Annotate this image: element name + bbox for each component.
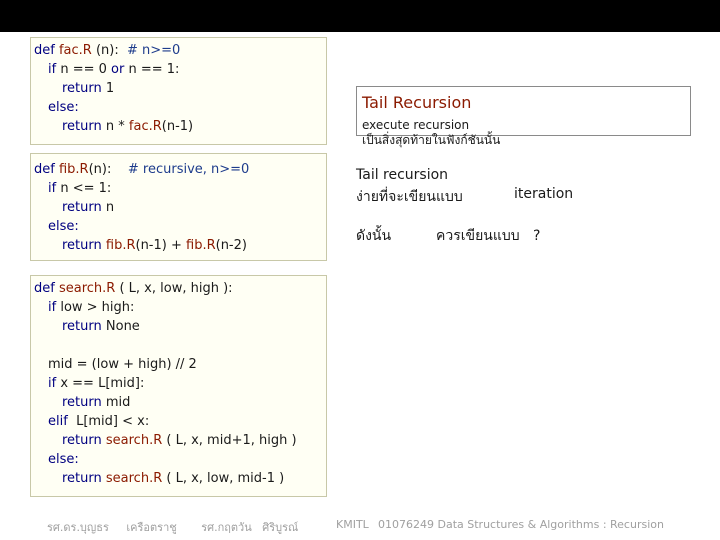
code-line: if n == 0 or n == 1:: [34, 60, 193, 79]
code-token: None: [105, 319, 140, 334]
fib-code: def fib.R(n): # recursive, n>=0 if n <= 1…: [34, 160, 249, 255]
slide-header-bar: [0, 0, 720, 32]
code-line: if low > high:: [34, 298, 297, 317]
code-line: return search.R ( L, x, mid+1, high ): [34, 431, 297, 450]
note-iteration: iteration: [514, 186, 574, 202]
code-line: else:: [34, 98, 193, 117]
tail-recursion-thai-line: เป็นสิ่งสุดท้ายในฟังก์ชันนั้น: [362, 133, 501, 147]
tail-recursion-title: Tail Recursion: [362, 93, 472, 112]
code-token: fac.R: [128, 119, 162, 134]
code-token: ( L, x, low, high ):: [115, 281, 233, 296]
code-token: or: [111, 62, 129, 77]
code-token: search.R: [58, 281, 116, 296]
code-line: if x == L[mid]:: [34, 374, 297, 393]
code-line: def search.R ( L, x, low, high ):: [34, 279, 297, 298]
code-token: n *: [105, 119, 129, 134]
code-token: return: [62, 471, 106, 486]
code-line: else:: [34, 217, 249, 236]
fib-code-box: def fib.R(n): # recursive, n>=0 if n <= 1…: [30, 153, 327, 261]
code-token: search.R: [105, 433, 163, 448]
code-token: n == 1:: [128, 62, 180, 77]
code-token: (n-1): [161, 119, 194, 134]
code-token: # recursive, n>=0: [127, 162, 250, 177]
code-line: def fib.R(n): # recursive, n>=0: [34, 160, 249, 179]
tail-recursion-subtitle: execute recursion: [362, 118, 470, 132]
code-token: (n):: [91, 43, 127, 58]
note-tail-recursion: Tail recursion: [356, 167, 449, 183]
code-token: else:: [48, 100, 79, 115]
code-token: elif: [48, 414, 72, 429]
code-line: return None: [34, 317, 297, 336]
code-line: return fib.R(n-1) + fib.R(n-2): [34, 236, 249, 255]
code-token: fac.R: [58, 43, 92, 58]
code-token: fib.R: [58, 162, 89, 177]
footer-course: 01076249 Data Structures & Algorithms : …: [378, 518, 664, 531]
code-line: else:: [34, 450, 297, 469]
code-token: 1: [105, 81, 115, 96]
code-token: fib.R: [105, 238, 136, 253]
code-token: return: [62, 200, 106, 215]
code-token: else:: [48, 219, 79, 234]
tail-recursion-box: Tail Recursion execute recursion: [356, 86, 691, 136]
code-token: return: [62, 395, 106, 410]
code-token: mid: [105, 395, 131, 410]
code-token: n: [105, 200, 115, 215]
code-token: (n-1) +: [135, 238, 187, 253]
search-code-box: def search.R ( L, x, low, high ): if low …: [30, 275, 327, 497]
code-line: return search.R ( L, x, low, mid-1 ): [34, 469, 297, 488]
code-line: def fac.R (n): # n>=0: [34, 41, 193, 60]
code-token: n <= 1:: [60, 181, 112, 196]
code-token: if: [48, 181, 61, 196]
note-therefore: ดังนั้น: [356, 228, 392, 244]
code-line: if n <= 1:: [34, 179, 249, 198]
code-token: def: [34, 43, 59, 58]
code-token: fib.R: [186, 238, 216, 253]
note-easy-to-write: ง่ายที่จะเขียนแบบ: [356, 189, 463, 205]
code-line: return n * fac.R(n-1): [34, 117, 193, 136]
code-token: return: [62, 319, 106, 334]
code-token: def: [34, 162, 59, 177]
note-should-write: ควรเขียนแบบ ?: [436, 228, 541, 244]
code-token: search.R: [105, 471, 163, 486]
code-token: L[mid] < x:: [71, 414, 150, 429]
code-token: return: [62, 238, 106, 253]
code-token: if: [48, 376, 61, 391]
code-line: return mid: [34, 393, 297, 412]
code-token: # n>=0: [127, 43, 181, 58]
code-token: def: [34, 281, 59, 296]
code-token: return: [62, 433, 106, 448]
fac-code: def fac.R (n): # n>=0 if n == 0 or n == 1…: [34, 41, 193, 136]
search-code: def search.R ( L, x, low, high ): if low …: [34, 279, 297, 488]
code-line: elif L[mid] < x:: [34, 412, 297, 431]
code-token: return: [62, 81, 106, 96]
code-token: if: [48, 300, 61, 315]
code-token: return: [62, 119, 106, 134]
code-line: return 1: [34, 79, 193, 98]
code-token: (n-2): [215, 238, 247, 253]
code-token: low > high:: [60, 300, 135, 315]
code-token: ( L, x, mid+1, high ): [162, 433, 297, 448]
code-token: else:: [48, 452, 79, 467]
footer-org: KMITL: [336, 518, 369, 531]
code-token: if: [48, 62, 61, 77]
footer-authors: รศ.ดร.บุญธร เครือตราชู รศ.กฤตวัน ศิริบูร…: [47, 521, 299, 534]
code-token: x == L[mid]:: [60, 376, 145, 391]
code-token: mid = (low + high) // 2: [48, 357, 197, 372]
code-line: return n: [34, 198, 249, 217]
fac-code-box: def fac.R (n): # n>=0 if n == 0 or n == 1…: [30, 37, 327, 145]
code-token: ( L, x, low, mid-1 ): [162, 471, 285, 486]
code-token: (n):: [88, 162, 128, 177]
code-token: n == 0: [60, 62, 112, 77]
code-line: mid = (low + high) // 2: [34, 355, 297, 374]
